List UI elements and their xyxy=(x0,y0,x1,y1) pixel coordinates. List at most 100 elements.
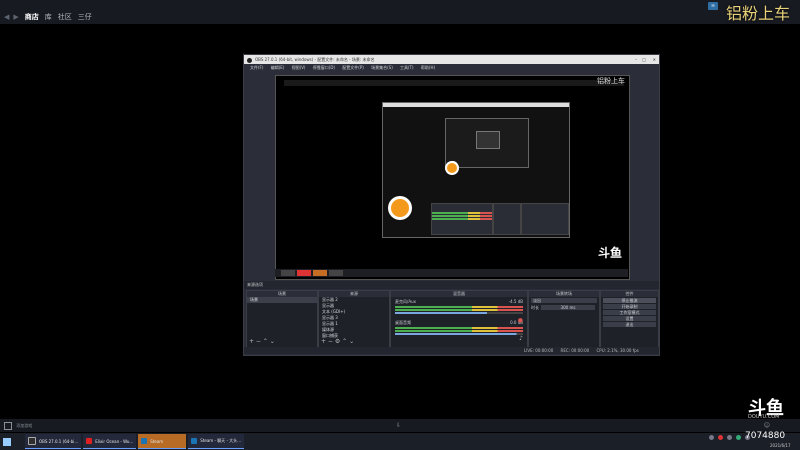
music-app-icon xyxy=(86,438,93,444)
nested-controls-panel xyxy=(521,203,569,235)
notification-icon[interactable]: ✉ xyxy=(708,2,718,10)
duration-label: 时长 xyxy=(531,304,539,310)
scenes-panel: 场景 场景 + − ⌃ ⌄ xyxy=(246,290,318,348)
exit-button[interactable]: 退出 xyxy=(603,322,656,327)
volume-slider[interactable] xyxy=(395,333,523,335)
map-pin-icon xyxy=(388,196,412,220)
tray-icon[interactable] xyxy=(727,435,732,440)
tray-icon[interactable] xyxy=(718,435,723,440)
close-icon[interactable]: ✕ xyxy=(653,55,656,64)
controls-panel: 控件 停止推流 开始录制 工作室模式 设置 退出 xyxy=(600,290,659,348)
transition-select[interactable]: 淡出 xyxy=(531,298,597,303)
add-game-label[interactable]: 添加游戏 xyxy=(16,423,32,428)
volume-slider[interactable] xyxy=(395,312,523,314)
mixer-track-db: -4.5 dB xyxy=(508,299,523,304)
obs-title-text: OBS 27.0.1 (64-bit, windows) - 配置文件: 未命名… xyxy=(255,57,375,62)
audio-meter xyxy=(395,327,523,329)
audio-meter xyxy=(395,306,523,308)
douyu-site: DOUYU.COM xyxy=(748,414,780,420)
obs-status-bar: LIVE: 00:00:00 REC: 00:00:00 CPU: 2.1%, … xyxy=(244,347,659,354)
nested-obs-preview-2 xyxy=(445,118,529,171)
stream-watermark: 铝粉上车 xyxy=(725,4,790,23)
transitions-panel: 场景转场 淡出 时长 300 ms xyxy=(528,290,600,348)
obs-titlebar: OBS 27.0.1 (64-bit, windows) - 配置文件: 未命名… xyxy=(244,55,659,64)
mixer-panel: 混音器 麦克风/Aux -4.5 dB 桌面音频 0.0 dB ● ♪ xyxy=(390,290,528,348)
cpu-fps: CPU: 2.1%, 30.00 fps xyxy=(596,348,639,353)
obs-menu-edit[interactable]: 编辑(E) xyxy=(271,65,285,70)
obs-menubar: 文件(F) 编辑(E) 视图(V) 停靠窗口(D) 配置文件(P) 场景集合(S… xyxy=(244,64,659,72)
steam-menubar: Steam 查看 好友 游戏 帮助 xyxy=(0,0,800,16)
sources-panel: 来源 显示器 2 显示器 文本 (GDI+) 显示器 3 显示器 1 媒体源 窗… xyxy=(318,290,390,348)
controls-header: 控件 xyxy=(601,291,658,297)
nested-transition-panel xyxy=(493,203,521,235)
maximize-icon[interactable]: □ xyxy=(642,55,646,64)
nested-obs-preview-3 xyxy=(476,131,500,149)
taskbar-item-steam[interactable]: Steam xyxy=(138,434,187,449)
map-pin-icon xyxy=(445,161,459,175)
scene-add-remove-icon[interactable]: + − ⌃ ⌄ xyxy=(249,338,275,345)
tray-icon[interactable] xyxy=(709,435,714,440)
obs-logo-icon xyxy=(247,57,252,63)
obs-window: OBS 27.0.1 (64-bit, windows) - 配置文件: 未命名… xyxy=(243,54,660,356)
preview-douyu-logo: 斗鱼 xyxy=(598,246,623,260)
taskbar-date: 2021/6/17 xyxy=(770,443,791,448)
obs-menu-scenes[interactable]: 场景集合(S) xyxy=(371,65,393,70)
nested-mixer-panel xyxy=(431,203,493,235)
settings-button[interactable]: 设置 xyxy=(603,316,656,321)
nav-profile[interactable]: 三仔 xyxy=(78,12,92,22)
rec-timer: REC: 00:00:00 xyxy=(560,348,590,353)
obs-menu-docks[interactable]: 停靠窗口(D) xyxy=(313,65,335,70)
taskbar-item-obs[interactable]: OBS 27.0.1 (64-bi... xyxy=(25,434,82,449)
transitions-header: 场景转场 xyxy=(529,291,599,297)
preview-steam-bar xyxy=(284,80,624,86)
nav-store[interactable]: 商店 xyxy=(25,12,39,22)
mute-icon[interactable]: ● xyxy=(518,317,523,324)
steam-nav: ◀ ▶ 商店 库 社区 三仔 xyxy=(0,10,800,24)
duration-input[interactable]: 300 ms xyxy=(541,305,595,310)
windows-start-icon[interactable] xyxy=(3,437,11,446)
audio-meter xyxy=(395,330,523,332)
obs-menu-file[interactable]: 文件(F) xyxy=(250,65,263,70)
nav-library[interactable]: 库 xyxy=(45,12,52,22)
nested-obs-preview xyxy=(382,102,570,238)
obs-icon xyxy=(28,437,36,445)
dock-header-label: 来源选项 xyxy=(247,282,263,287)
audio-meter xyxy=(395,309,523,311)
obs-menu-view[interactable]: 视图(V) xyxy=(292,65,306,70)
taskbar-item-label: Elixir Ocean - Wu... xyxy=(95,438,134,444)
room-id: 7074880 xyxy=(745,431,786,441)
live-timer: LIVE: 00:00:00 xyxy=(524,348,554,353)
preview-taskbar xyxy=(275,269,628,277)
minimize-icon[interactable]: – xyxy=(635,55,637,64)
speaker-icon[interactable]: ♪ xyxy=(519,335,523,342)
taskbar-item-steam-chat[interactable]: Steam - 聊天 - 大头... xyxy=(188,434,244,449)
back-arrow-icon[interactable]: ◀ xyxy=(4,13,9,21)
downloads-icon[interactable]: ⇩ xyxy=(396,419,401,432)
obs-menu-profile[interactable]: 配置文件(P) xyxy=(342,65,364,70)
obs-menu-tools[interactable]: 工具(T) xyxy=(400,65,414,70)
scene-item[interactable]: 场景 xyxy=(247,297,317,303)
steam-icon xyxy=(191,438,198,444)
mixer-track-name: 桌面音频 xyxy=(395,320,411,325)
taskbar-item-label: Steam xyxy=(150,438,164,444)
stop-streaming-button[interactable]: 停止推流 xyxy=(603,298,656,303)
steam-bottom-bar: 添加游戏 ⇩ ☺ xyxy=(0,419,800,432)
forward-arrow-icon[interactable]: ▶ xyxy=(13,13,18,21)
add-game-icon[interactable] xyxy=(4,422,12,430)
mixer-track-name: 麦克风/Aux xyxy=(395,299,416,304)
obs-preview-canvas[interactable]: 铝粉上车 斗鱼 xyxy=(275,75,630,280)
taskbar-item-music[interactable]: Elixir Ocean - Wu... xyxy=(83,434,137,449)
nav-community[interactable]: 社区 xyxy=(58,12,72,22)
studio-mode-button[interactable]: 工作室模式 xyxy=(603,310,656,315)
system-tray[interactable] xyxy=(709,435,750,440)
preview-watermark: 铝粉上车 xyxy=(597,77,625,85)
tray-icon[interactable] xyxy=(736,435,741,440)
steam-icon xyxy=(141,438,148,444)
source-add-remove-icon[interactable]: + − ⚙ ⌃ ⌄ xyxy=(321,338,354,345)
taskbar-item-label: Steam - 聊天 - 大头... xyxy=(200,438,241,443)
taskbar-item-label: OBS 27.0.1 (64-bi... xyxy=(39,438,79,444)
windows-taskbar: OBS 27.0.1 (64-bi... Elixir Ocean - Wu..… xyxy=(0,433,800,450)
obs-dock-header: 来源选项 xyxy=(244,281,659,289)
obs-menu-help[interactable]: 帮助(H) xyxy=(421,65,435,70)
start-recording-button[interactable]: 开始录制 xyxy=(603,304,656,309)
